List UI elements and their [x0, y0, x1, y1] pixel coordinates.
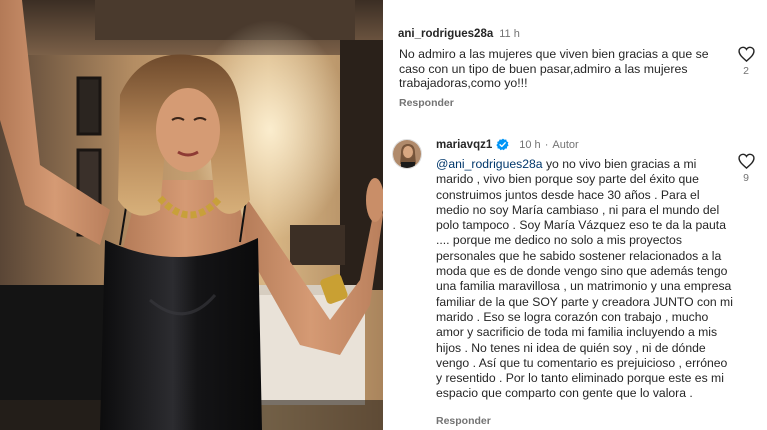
mention-link[interactable]: @ani_rodrigues28a — [436, 157, 543, 171]
comments-panel: ani_rodrigues28a 11 h No admiro a las mu… — [383, 0, 767, 430]
separator-dot: · — [544, 138, 549, 151]
post-photo — [0, 0, 383, 430]
comment-header: ani_rodrigues28a 11 h — [398, 28, 520, 40]
avatar[interactable] — [392, 139, 422, 169]
comment-text: @ani_rodrigues28a yo no vivo bien gracia… — [436, 157, 734, 402]
heart-icon — [737, 153, 755, 169]
verified-badge-icon — [496, 138, 509, 151]
like-count: 2 — [743, 65, 749, 77]
reply-button[interactable]: Responder — [399, 97, 454, 109]
comment-time: 11 h — [499, 28, 520, 40]
comment-username[interactable]: ani_rodrigues28a — [398, 28, 493, 40]
reply-button[interactable]: Responder — [436, 415, 491, 427]
comment-body: yo no vivo bien gracias a mi marido , vi… — [436, 157, 733, 401]
heart-icon — [737, 46, 755, 62]
comment-time: 10 h — [519, 138, 541, 151]
comment-header: mariavqz1 10 h · Autor — [436, 138, 579, 151]
like-count: 9 — [743, 172, 749, 184]
like-button[interactable]: 2 — [733, 46, 759, 77]
author-label: Autor — [552, 138, 579, 151]
comment-text: No admiro a las mujeres que viven bien g… — [399, 47, 709, 91]
like-button[interactable]: 9 — [733, 153, 759, 184]
comment-username[interactable]: mariavqz1 — [436, 139, 492, 151]
